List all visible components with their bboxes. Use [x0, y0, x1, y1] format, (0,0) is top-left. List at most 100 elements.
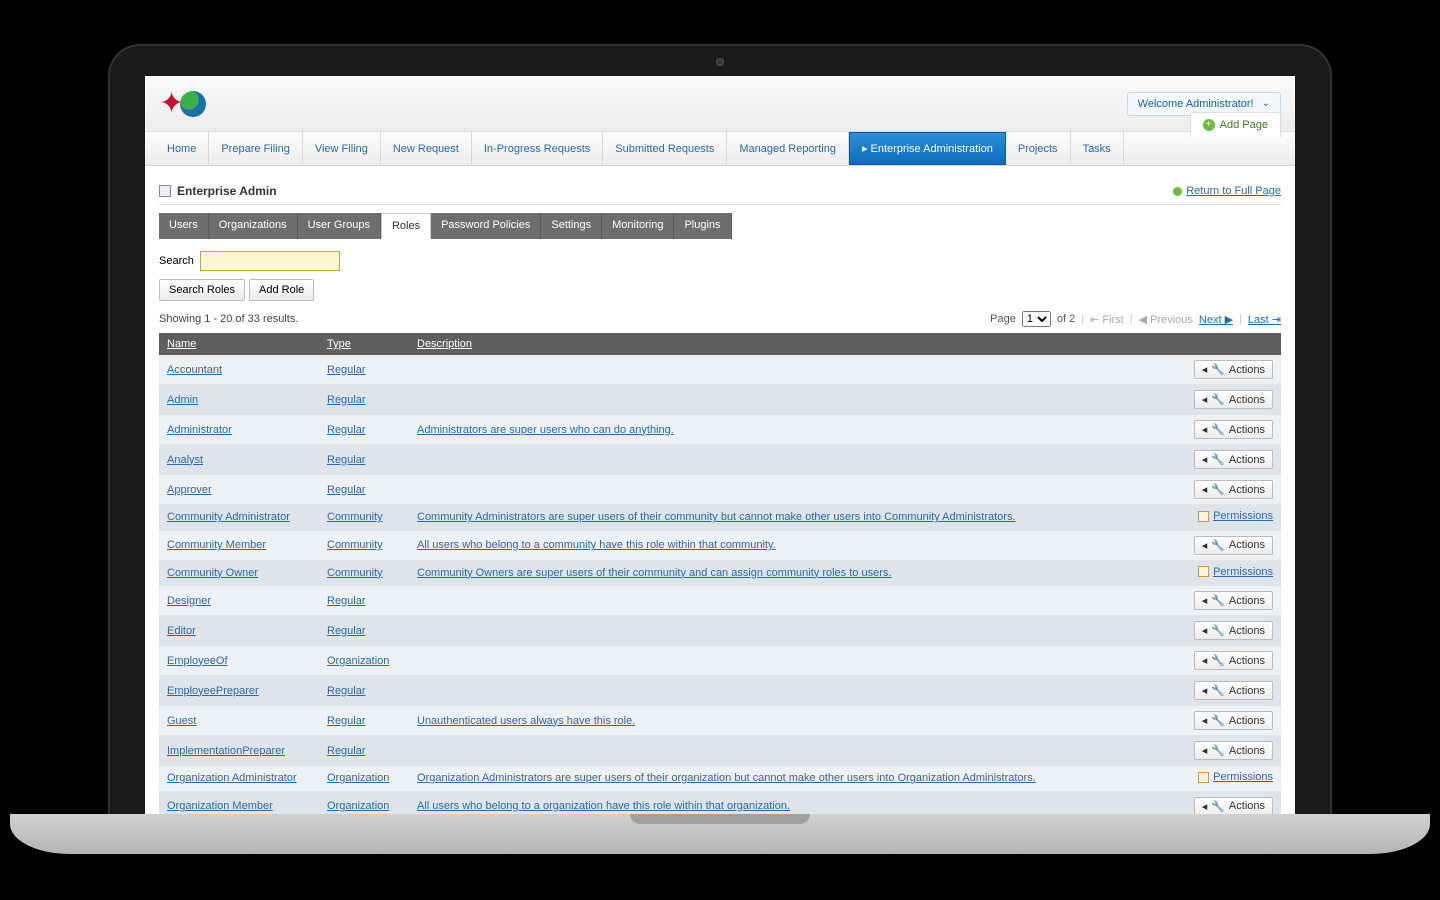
pager-last[interactable]: Last ⇥	[1248, 313, 1281, 326]
col-name[interactable]: Name	[159, 333, 319, 355]
role-type-link[interactable]: Regular	[327, 454, 366, 466]
subtab-plugins[interactable]: Plugins	[674, 213, 731, 239]
subtab-settings[interactable]: Settings	[541, 213, 602, 239]
pager-next[interactable]: Next ▶	[1199, 313, 1233, 326]
col-description[interactable]: Description	[409, 333, 1171, 355]
permissions-link[interactable]: Permissions	[1198, 566, 1273, 578]
permissions-link[interactable]: Permissions	[1198, 771, 1273, 783]
role-name-link[interactable]: Organization Member	[167, 800, 273, 812]
search-input[interactable]	[200, 251, 340, 271]
role-type-link[interactable]: Regular	[327, 745, 366, 757]
actions-button[interactable]: ◂🔧Actions	[1194, 651, 1273, 670]
role-desc-link[interactable]: All users who belong to a community have…	[417, 539, 776, 551]
actions-button[interactable]: ◂🔧Actions	[1194, 711, 1273, 730]
role-type-link[interactable]: Community	[327, 511, 383, 523]
role-desc-link[interactable]: All users who belong to a organization h…	[417, 800, 790, 812]
role-type-link[interactable]: Regular	[327, 394, 366, 406]
role-type-link[interactable]: Community	[327, 567, 383, 579]
actions-button[interactable]: ◂🔧Actions	[1194, 681, 1273, 700]
wrench-icon: 🔧	[1211, 539, 1225, 552]
laptop-base	[10, 814, 1430, 854]
nav-item-2[interactable]: View Filing	[303, 132, 381, 165]
role-type-link[interactable]: Regular	[327, 424, 366, 436]
return-link[interactable]: Return to Full Page	[1173, 185, 1281, 197]
role-name-link[interactable]: Approver	[167, 484, 212, 496]
role-name-link[interactable]: Organization Administrator	[167, 772, 297, 784]
results-showing: Showing 1 - 20 of 33 results.	[159, 313, 298, 325]
role-name-link[interactable]: Analyst	[167, 454, 203, 466]
actions-button[interactable]: ◂🔧Actions	[1194, 741, 1273, 760]
table-row: Community Member Community All users who b…	[159, 530, 1281, 560]
table-row: Accountant Regular ◂🔧Actions	[159, 355, 1281, 385]
chevron-down-icon: ⌄	[1262, 98, 1270, 109]
role-name-link[interactable]: EmployeeOf	[167, 655, 228, 667]
nav-item-6[interactable]: Managed Reporting	[727, 132, 849, 165]
role-type-link[interactable]: Organization	[327, 655, 389, 667]
table-row: Organization Member Organization All users…	[159, 791, 1281, 816]
nav-item-3[interactable]: New Request	[381, 132, 472, 165]
role-desc-link[interactable]: Unauthenticated users always have this r…	[417, 715, 635, 727]
actions-button[interactable]: ◂🔧Actions	[1194, 591, 1273, 610]
role-desc-link[interactable]: Administrators are super users who can d…	[417, 424, 674, 436]
subtab-users[interactable]: Users	[159, 213, 209, 239]
nav-item-1[interactable]: Prepare Filing	[209, 132, 302, 165]
role-name-link[interactable]: Designer	[167, 595, 211, 607]
chevron-left-icon: ◂	[1202, 363, 1208, 376]
topbar: ✦ Welcome Administrator! ⌄	[145, 76, 1295, 132]
role-name-link[interactable]: Community Administrator	[167, 511, 290, 523]
table-row: EmployeeOf Organization ◂🔧Actions	[159, 646, 1281, 676]
role-desc-link[interactable]: Community Owners are super users of thei…	[417, 567, 891, 579]
permissions-icon	[1198, 511, 1209, 522]
role-desc-link[interactable]: Organization Administrators are super us…	[417, 772, 1036, 784]
subtab-organizations[interactable]: Organizations	[209, 213, 298, 239]
role-name-link[interactable]: Admin	[167, 394, 198, 406]
role-name-link[interactable]: Editor	[167, 625, 196, 637]
role-name-link[interactable]: ImplementationPreparer	[167, 745, 285, 757]
nav-item-4[interactable]: In-Progress Requests	[472, 132, 603, 165]
role-type-link[interactable]: Regular	[327, 685, 366, 697]
actions-button[interactable]: ◂🔧Actions	[1194, 480, 1273, 499]
nav-item-7[interactable]: ▸ Enterprise Administration	[849, 132, 1006, 165]
plus-icon: +	[1203, 119, 1215, 131]
panel-title: Enterprise Admin	[177, 184, 277, 198]
actions-button[interactable]: ◂🔧Actions	[1194, 390, 1273, 409]
role-type-link[interactable]: Regular	[327, 364, 366, 376]
nav-item-9[interactable]: Tasks	[1071, 132, 1124, 165]
role-type-link[interactable]: Regular	[327, 715, 366, 727]
role-type-link[interactable]: Regular	[327, 595, 366, 607]
nav-item-0[interactable]: Home	[155, 132, 209, 165]
add-page-button[interactable]: + Add Page	[1190, 112, 1281, 137]
add-role-button[interactable]: Add Role	[249, 279, 314, 301]
permissions-link[interactable]: Permissions	[1198, 510, 1273, 522]
nav-item-8[interactable]: Projects	[1006, 132, 1071, 165]
role-name-link[interactable]: Guest	[167, 715, 196, 727]
role-type-link[interactable]: Regular	[327, 625, 366, 637]
actions-button[interactable]: ◂🔧Actions	[1194, 797, 1273, 816]
subtab-password-policies[interactable]: Password Policies	[431, 213, 541, 239]
actions-button[interactable]: ◂🔧Actions	[1194, 420, 1273, 439]
actions-button[interactable]: ◂🔧Actions	[1194, 450, 1273, 469]
role-desc-link[interactable]: Community Administrators are super users…	[417, 511, 1016, 523]
nav-item-5[interactable]: Submitted Requests	[603, 132, 727, 165]
role-type-link[interactable]: Organization	[327, 772, 389, 784]
search-roles-button[interactable]: Search Roles	[159, 279, 245, 301]
page-select[interactable]: 1	[1022, 311, 1051, 327]
role-type-link[interactable]: Organization	[327, 800, 389, 812]
role-name-link[interactable]: Community Owner	[167, 567, 258, 579]
actions-button[interactable]: ◂🔧Actions	[1194, 536, 1273, 555]
subtab-monitoring[interactable]: Monitoring	[602, 213, 674, 239]
actions-button[interactable]: ◂🔧Actions	[1194, 621, 1273, 640]
role-name-link[interactable]: Administrator	[167, 424, 232, 436]
subtab-user-groups[interactable]: User Groups	[298, 213, 381, 239]
wrench-icon: 🔧	[1211, 714, 1225, 727]
role-name-link[interactable]: Community Member	[167, 539, 266, 551]
subtab-roles[interactable]: Roles	[381, 213, 431, 239]
col-type[interactable]: Type	[319, 333, 409, 355]
role-type-link[interactable]: Community	[327, 539, 383, 551]
role-type-link[interactable]: Regular	[327, 484, 366, 496]
chevron-left-icon: ◂	[1202, 684, 1208, 697]
table-row: Administrator Regular Administrators are s…	[159, 415, 1281, 445]
actions-button[interactable]: ◂🔧Actions	[1194, 360, 1273, 379]
role-name-link[interactable]: Accountant	[167, 364, 222, 376]
role-name-link[interactable]: EmployeePreparer	[167, 685, 259, 697]
